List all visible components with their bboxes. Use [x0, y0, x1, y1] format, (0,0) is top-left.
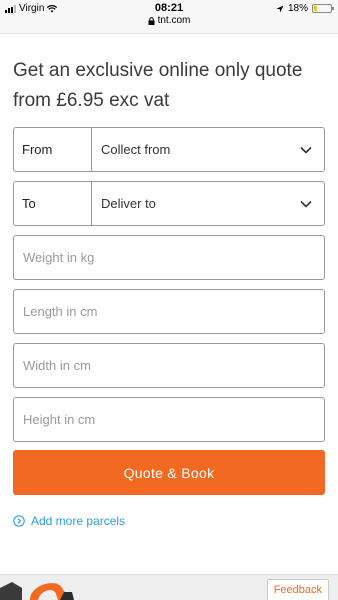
status-right: 18%	[276, 3, 334, 14]
to-value: Deliver to	[101, 196, 156, 211]
add-more-parcels-link[interactable]: Add more parcels	[13, 514, 125, 528]
page-title: Get an exclusive online only quote from …	[13, 60, 303, 111]
battery-icon	[312, 4, 334, 13]
height-input[interactable]	[13, 397, 325, 442]
lock-icon	[148, 16, 155, 25]
to-label: To	[14, 182, 92, 225]
chevron-down-icon	[288, 182, 324, 225]
chevron-circle-icon	[13, 515, 25, 527]
add-more-parcels-label: Add more parcels	[31, 514, 126, 528]
url-text: tnt.com	[157, 15, 191, 26]
chevron-down-icon	[288, 128, 324, 171]
promo-graphic	[0, 582, 74, 600]
to-select[interactable]: To Deliver to	[13, 181, 325, 226]
from-label: From	[14, 128, 92, 171]
quote-and-book-button[interactable]: Quote & Book	[13, 450, 325, 495]
from-select[interactable]: From Collect from	[13, 127, 325, 172]
location-icon	[276, 5, 284, 12]
address-bar[interactable]: tnt.com	[0, 15, 338, 26]
width-input[interactable]	[13, 343, 325, 388]
status-bar: Virgin 08:21 tnt.com 18%	[0, 0, 338, 34]
weight-input[interactable]	[13, 235, 325, 280]
battery-percent: 18%	[287, 3, 308, 14]
feedback-button[interactable]: Feedback	[266, 579, 329, 600]
length-input[interactable]	[13, 289, 325, 334]
from-value: Collect from	[101, 142, 171, 157]
